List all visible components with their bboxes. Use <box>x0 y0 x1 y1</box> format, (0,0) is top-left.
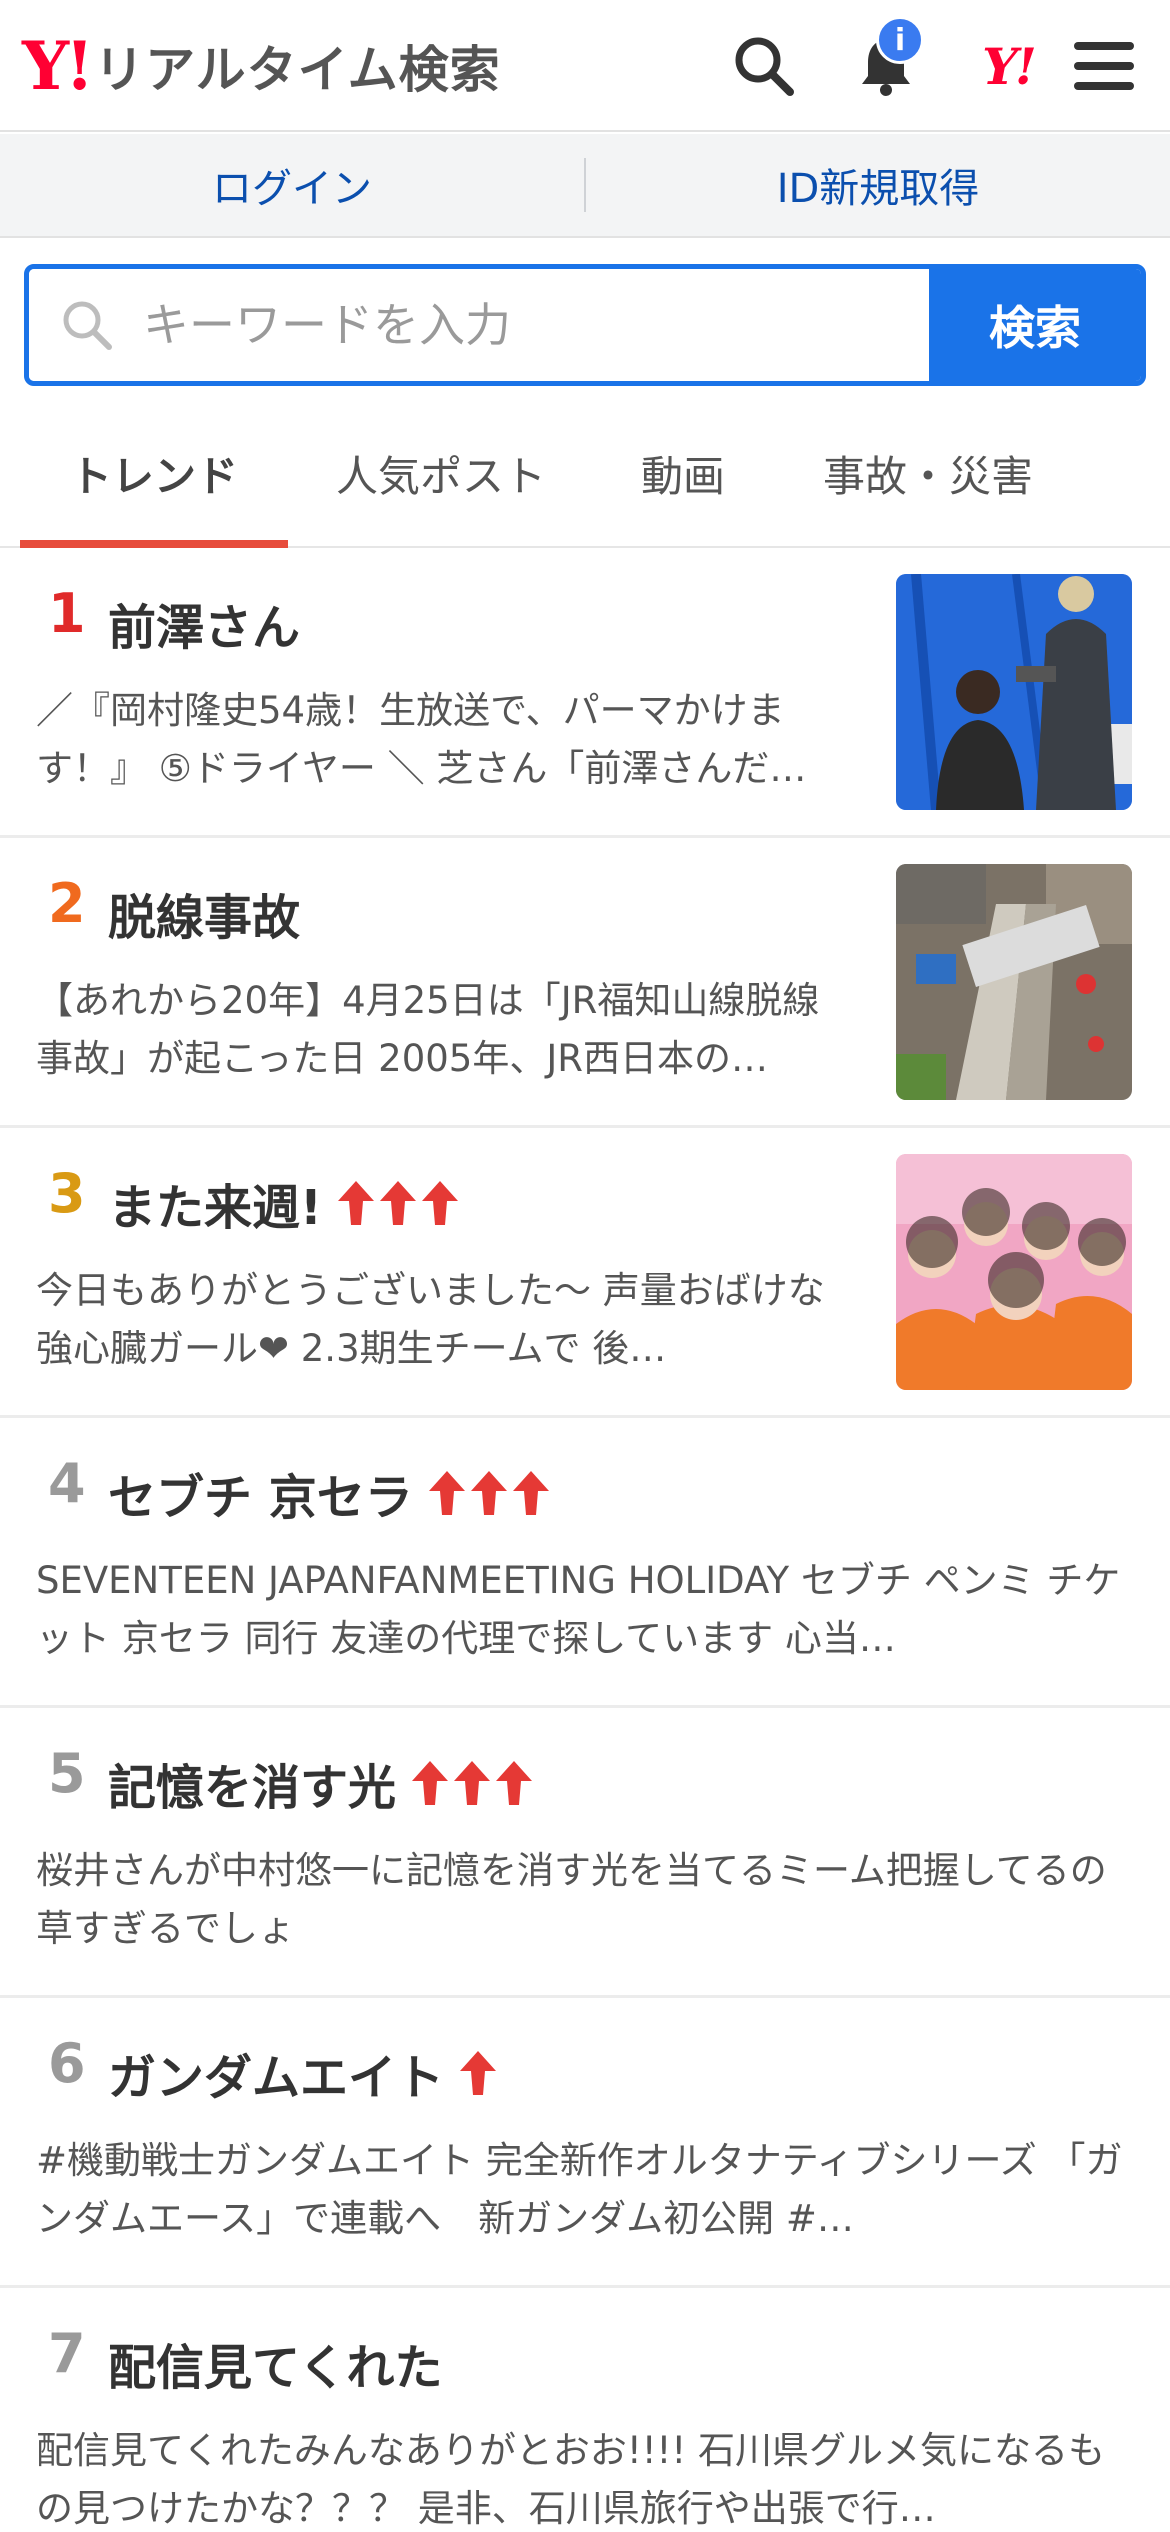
trend-description: 󠄀#機動戦士ガンダムエイト󠄀 完全新作オルタナティブシリーズ 「ガンダムエース」… <box>36 2139 1123 2240</box>
trend-title: 前澤さん <box>108 588 300 658</box>
trend-title-text: 前澤さん <box>108 600 301 656</box>
trend-title-text: 脱線事故 <box>108 890 301 946</box>
yahoo-home-link[interactable]: Y! <box>968 30 1048 102</box>
login-link[interactable]: ログイン <box>0 134 584 236</box>
tab-videos[interactable]: 動画 <box>598 400 768 546</box>
notification-button[interactable]: i <box>850 16 924 102</box>
account-bar: ログイン ID新規取得 <box>0 134 1170 238</box>
trend-rank: 4 <box>48 1452 86 1515</box>
trend-title-text: 配信見てくれた <box>108 2340 443 2396</box>
search-input[interactable] <box>143 298 843 352</box>
up-arrow-icon <box>379 1181 416 1225</box>
trend-description: 今日もありがとうございました〜󠄀󠄀 声量おばけな強心臓ガール󠄀❤󠄀 2.3期生チ… <box>36 1269 825 1370</box>
up-arrow-icon <box>412 1761 449 1805</box>
trend-title: また来週! <box>108 1168 462 1238</box>
trend-description: SEVENTEEN JAPANFANMEETING HOLIDAY セブチ ペン… <box>36 1559 1121 1660</box>
search-field-wrapper <box>29 269 929 381</box>
search-button[interactable]: 検索 <box>929 269 1141 381</box>
rising-arrows <box>410 1759 536 1807</box>
up-arrow-icon <box>512 1471 549 1515</box>
trend-rank: 5 <box>48 1742 86 1805</box>
trend-row[interactable]: 7 配信見てくれた 配信見てくれたみんなありがとおお!!!! 石川県グルメ気にな… <box>0 2288 1170 2532</box>
up-arrow-icon <box>470 1471 507 1515</box>
yahoo-logo-mark: Y! <box>22 27 94 105</box>
rising-arrows <box>427 1469 553 1517</box>
trend-row[interactable]: 4 セブチ 京セラ SEVENTEEN JAPANFANMEETING HOLI… <box>0 1418 1170 1708</box>
notification-badge: i <box>876 16 924 64</box>
tab-popular-posts[interactable]: 人気ポスト <box>318 400 564 546</box>
trend-title-text: 記憶を消す光 <box>108 1760 397 1816</box>
trend-title: 脱線事故 <box>108 878 300 948</box>
service-title: リアルタイム検索 <box>94 41 501 99</box>
tab-trend[interactable]: トレンド <box>20 400 288 548</box>
trend-title-text: セブチ 京セラ <box>108 1470 413 1526</box>
trend-description: 配信見てくれたみんなありがとおお!!!! 石川県グルメ気になるもの見つけたかな？… <box>36 2429 1105 2530</box>
trend-title-text: また来週! <box>108 1180 322 1236</box>
tab-accidents-disasters[interactable]: 事故・災害 <box>800 400 1056 546</box>
trend-row[interactable]: 5 記憶を消す光 桜井さんが中村悠一に記憶を消す光を当てるミーム把握してるの草す… <box>0 1708 1170 1998</box>
trend-title: 配信見てくれた <box>108 2328 443 2398</box>
rising-arrows <box>458 2049 500 2097</box>
search-field-icon <box>63 301 112 350</box>
trend-title-text: ガンダムエイト <box>108 2050 445 2106</box>
search-icon[interactable] <box>728 30 800 102</box>
trend-row[interactable]: 1 前澤さん ／『岡村隆史54歳！生放送で、パーマかけます！』 ⑤ドライヤー ＼… <box>0 548 1170 838</box>
trend-thumbnail[interactable] <box>896 864 1132 1100</box>
up-arrow-icon <box>421 1181 458 1225</box>
trend-rank: 1 <box>48 582 86 645</box>
trend-rank: 7 <box>48 2322 86 2385</box>
trend-description: 【あれから20年】4月25日は「JR福知山線脱線事故」が起こった日 2005年、… <box>36 979 820 1080</box>
trend-thumbnail[interactable] <box>896 1154 1132 1390</box>
up-arrow-icon <box>337 1181 374 1225</box>
hamburger-menu-icon[interactable] <box>1068 30 1140 102</box>
yahoo-small-logo: Y! <box>982 36 1037 96</box>
trend-title: ガンダムエイト <box>108 2038 500 2108</box>
search-box: 検索 <box>24 264 1146 386</box>
trend-rank: 2 <box>48 872 86 935</box>
register-link[interactable]: ID新規取得 <box>586 134 1170 236</box>
trend-row[interactable]: 6 ガンダムエイト 󠄀#機動戦士ガンダムエイト󠄀 完全新作オルタナティブシリーズ… <box>0 1998 1170 2288</box>
up-arrow-icon <box>428 1471 465 1515</box>
trend-rank: 6 <box>48 2032 86 2095</box>
trend-rank: 3 <box>48 1162 86 1225</box>
trend-thumbnail[interactable] <box>896 574 1132 810</box>
category-tabs: トレンド 人気ポスト 動画 事故・災害 <box>0 400 1170 548</box>
yahoo-realtime-logo[interactable]: Y! リアルタイム検索 <box>22 28 501 104</box>
trend-title: 記憶を消す光 <box>108 1748 536 1818</box>
up-arrow-icon <box>454 1761 491 1805</box>
rising-arrows <box>336 1179 462 1227</box>
trend-description: ／『岡村隆史54歳！生放送で、パーマかけます！』 ⑤ドライヤー ＼ 芝さん「前澤… <box>36 689 807 790</box>
app-header: Y! リアルタイム検索 i Y! <box>0 0 1170 132</box>
up-arrow-icon <box>460 2051 497 2095</box>
trend-row[interactable]: 2 脱線事故 【あれから20年】4月25日は「JR福知山線脱線事故」が起こった日… <box>0 838 1170 1128</box>
trend-row[interactable]: 3 また来週! 今日もありがとうございました〜󠄀󠄀 声量おばけな強心臓ガール󠄀❤… <box>0 1128 1170 1418</box>
trend-description: 桜井さんが中村悠一に記憶を消す光を当てるミーム把握してるの草すぎるでしょ <box>36 1849 1107 1950</box>
trend-title: セブチ 京セラ <box>108 1458 553 1528</box>
up-arrow-icon <box>496 1761 533 1805</box>
